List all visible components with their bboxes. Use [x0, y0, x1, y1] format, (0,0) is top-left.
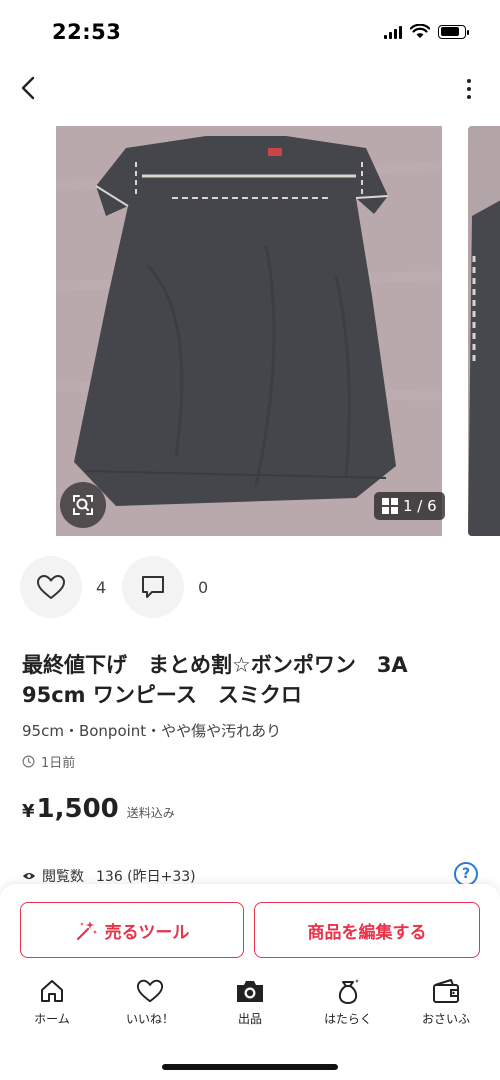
tab-home[interactable]: ホーム — [12, 976, 92, 1027]
eye-icon — [22, 872, 36, 880]
help-icon[interactable]: ? — [454, 862, 478, 886]
price: ¥ 1,500 送料込み — [22, 794, 175, 824]
home-indicator — [162, 1064, 338, 1070]
home-icon — [37, 976, 67, 1006]
views-value: 136 (昨日+33) — [96, 869, 196, 885]
back-button[interactable] — [14, 72, 42, 104]
tab-bar: ホーム いいね！ 出品 はたらく おさいふ — [0, 976, 500, 1036]
like-button[interactable] — [20, 556, 82, 618]
sell-tool-label: 売るツール — [104, 922, 190, 943]
moneybag-icon — [333, 976, 363, 1006]
magic-wand-icon — [76, 921, 97, 941]
battery-icon — [438, 24, 469, 39]
view-stats: 閲覧数 136 (昨日+33) — [22, 866, 196, 886]
comments-count: 0 — [198, 577, 209, 597]
clock-icon — [22, 755, 35, 768]
cellular-signal-icon — [384, 25, 402, 39]
status-icons — [384, 24, 469, 39]
tab-sell-label: 出品 — [237, 1012, 262, 1026]
nav-header — [0, 64, 500, 114]
edit-item-button[interactable]: 商品を編集する — [254, 902, 480, 958]
tab-work-label: はたらく — [324, 1012, 372, 1026]
more-vertical-icon — [467, 79, 471, 83]
tab-likes[interactable]: いいね！ — [110, 976, 190, 1027]
chevron-left-icon — [21, 76, 35, 100]
price-value: 1,500 — [36, 794, 119, 824]
photo-gallery[interactable]: 1 / 6 — [0, 126, 500, 536]
tab-wallet[interactable]: おさいふ — [406, 976, 486, 1027]
posted-time-text: 1日前 — [41, 756, 76, 771]
comment-button[interactable] — [122, 556, 184, 618]
heart-icon — [135, 976, 165, 1006]
wallet-icon — [431, 976, 461, 1006]
views-label: 閲覧数 — [42, 869, 84, 885]
tab-work[interactable]: はたらく — [308, 976, 388, 1027]
engagement-actions: 4 0 — [20, 556, 224, 618]
status-bar: 22:53 — [0, 0, 500, 60]
wifi-icon — [410, 24, 430, 38]
photo-counter-text: 1 / 6 — [403, 497, 437, 515]
tab-sell[interactable]: 出品 — [210, 976, 290, 1027]
likes-count: 4 — [96, 577, 107, 597]
heart-icon — [37, 575, 65, 599]
comment-icon — [142, 576, 164, 598]
item-title: 最終値下げ まとめ割☆ボンポワン 3A 95cm ワンピース スミクロ — [22, 653, 429, 707]
grid-icon — [382, 498, 398, 514]
edit-item-label: 商品を編集する — [307, 922, 427, 943]
camera-icon — [235, 976, 265, 1006]
scan-zoom-icon — [73, 495, 93, 515]
price-currency: ¥ — [22, 801, 35, 822]
tab-home-label: ホーム — [34, 1012, 70, 1026]
status-time: 22:53 — [52, 20, 122, 44]
tab-wallet-label: おさいふ — [421, 1012, 470, 1026]
photo-counter-badge[interactable]: 1 / 6 — [374, 492, 445, 520]
more-options-button[interactable] — [460, 76, 478, 102]
next-product-photo[interactable] — [468, 126, 500, 536]
posted-time: 1日前 — [22, 752, 75, 771]
item-meta: 95cm・Bonpoint・やや傷や汚れあり — [22, 722, 282, 740]
tab-likes-label: いいね！ — [125, 1012, 174, 1026]
image-search-button[interactable] — [60, 482, 106, 528]
sell-tool-button[interactable]: 売るツール — [20, 902, 244, 958]
shipping-note: 送料込み — [126, 806, 175, 820]
product-photo[interactable] — [56, 126, 442, 536]
bottom-panel: 売るツール 商品を編集する ホーム いいね！ 出品 はたらく おさいふ — [0, 884, 500, 1080]
